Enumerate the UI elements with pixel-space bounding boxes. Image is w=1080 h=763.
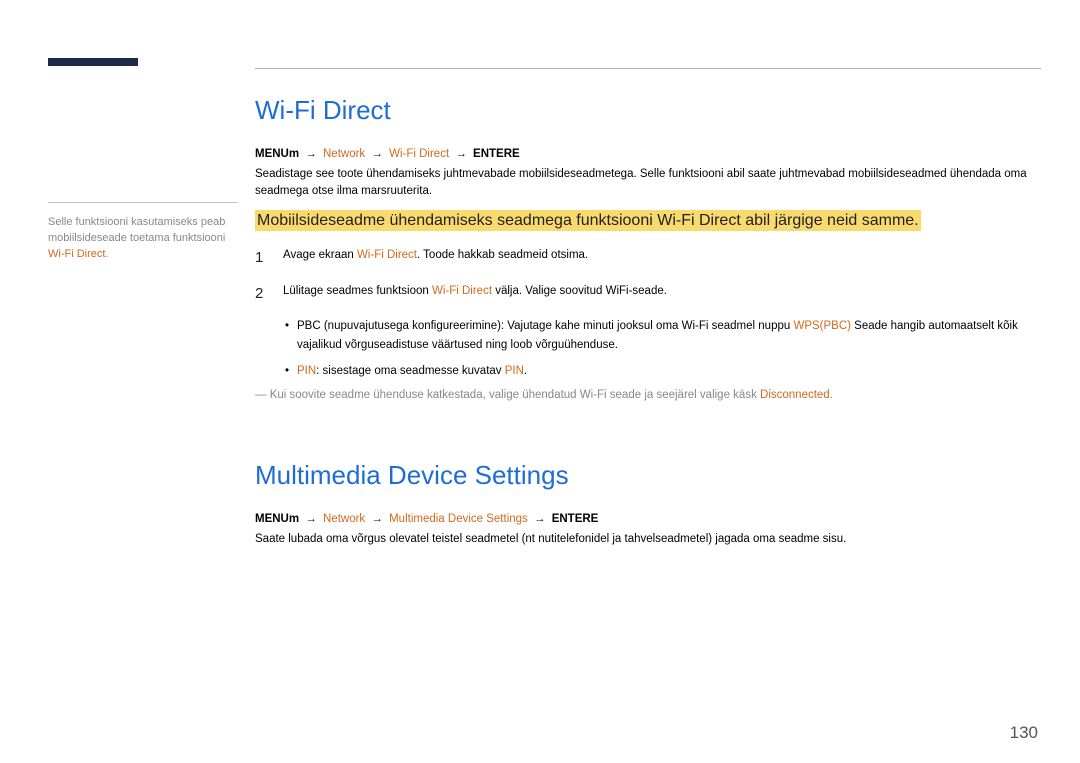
bullet2-term2: PIN: [505, 365, 524, 377]
bullet2-term1: PIN: [297, 365, 316, 377]
menu-path-wifi-direct: MENUm → Network → Wi-Fi Direct → ENTERE: [255, 148, 1041, 160]
path-feature: Multimedia Device Settings: [389, 513, 528, 525]
side-note-term: Wi-Fi Direct: [48, 248, 105, 260]
bullet2-pre: : sisestage oma seadmesse kuvatav: [316, 365, 505, 377]
section-description: Seadistage see toote ühendamiseks juhtme…: [255, 166, 1041, 199]
arrow-icon: →: [455, 148, 467, 160]
section-description-multimedia: Saate lubada oma võrgus olevatel teistel…: [255, 531, 1041, 548]
path-menu: MENUm: [255, 148, 299, 160]
footnote: ― Kui soovite seadme ühenduse katkestada…: [255, 387, 1041, 404]
sub-bullets: PBC (nupuvajutusega konfigureerimine): V…: [285, 317, 1041, 382]
arrow-icon: →: [534, 513, 546, 525]
path-network: Network: [323, 148, 365, 160]
arrow-icon: →: [371, 513, 383, 525]
path-enter: ENTERE: [473, 148, 520, 160]
header-divider: [255, 68, 1041, 69]
highlight-wrap: Mobiilsideseadme ühendamiseks seadmega f…: [255, 209, 1041, 233]
footnote-pre: Kui soovite seadme ühenduse katkestada, …: [267, 389, 761, 401]
step1-post: . Toode hakkab seadmeid otsima.: [417, 249, 588, 261]
steps-list: 1 Avage ekraan Wi-Fi Direct. Toode hakka…: [255, 247, 1041, 305]
path-feature: Wi-Fi Direct: [389, 148, 449, 160]
bullet1-term: WPS(PBC): [793, 320, 851, 332]
step1-pre: Avage ekraan: [283, 249, 357, 261]
step-number: 2: [255, 283, 269, 305]
footnote-dash: ―: [255, 389, 267, 401]
menu-path-multimedia: MENUm → Network → Multimedia Device Sett…: [255, 513, 1041, 525]
bullet1-pre: PBC (nupuvajutusega konfigureerimine): V…: [297, 320, 793, 332]
step-number: 1: [255, 247, 269, 269]
arrow-icon: →: [305, 148, 317, 160]
bullet-pbc: PBC (nupuvajutusega konfigureerimine): V…: [285, 317, 1041, 356]
step-text: Lülitage seadmes funktsioon Wi-Fi Direct…: [283, 283, 667, 305]
step-1: 1 Avage ekraan Wi-Fi Direct. Toode hakka…: [255, 247, 1041, 269]
highlighted-instruction: Mobiilsideseadme ühendamiseks seadmega f…: [255, 210, 921, 231]
arrow-icon: →: [305, 513, 317, 525]
bullet2-post: .: [524, 365, 527, 377]
step2-term: Wi-Fi Direct: [432, 285, 492, 297]
step-2: 2 Lülitage seadmes funktsioon Wi-Fi Dire…: [255, 283, 1041, 305]
path-menu: MENUm: [255, 513, 299, 525]
path-network: Network: [323, 513, 365, 525]
step2-post: välja. Valige soovitud WiFi-seade.: [492, 285, 667, 297]
path-enter: ENTERE: [552, 513, 599, 525]
step1-term: Wi-Fi Direct: [357, 249, 417, 261]
step-text: Avage ekraan Wi-Fi Direct. Toode hakkab …: [283, 247, 588, 269]
step2-pre: Lülitage seadmes funktsioon: [283, 285, 432, 297]
bullet-pin: PIN: sisestage oma seadmesse kuvatav PIN…: [285, 362, 1041, 382]
side-note-pre: Selle funktsiooni kasutamiseks peab mobi…: [48, 216, 225, 244]
arrow-icon: →: [371, 148, 383, 160]
header-tab-indicator: [48, 58, 138, 66]
footnote-term: Disconnected: [760, 389, 830, 401]
page: Selle funktsiooni kasutamiseks peab mobi…: [0, 0, 1080, 763]
section-title-multimedia: Multimedia Device Settings: [255, 460, 1041, 491]
footnote-post: .: [830, 389, 833, 401]
page-number: 130: [1010, 723, 1038, 743]
side-note-post: .: [105, 248, 108, 260]
main-content: Wi-Fi Direct MENUm → Network → Wi-Fi Dir…: [255, 95, 1041, 558]
side-note: Selle funktsiooni kasutamiseks peab mobi…: [48, 202, 238, 263]
section-title-wifi-direct: Wi-Fi Direct: [255, 95, 1041, 126]
